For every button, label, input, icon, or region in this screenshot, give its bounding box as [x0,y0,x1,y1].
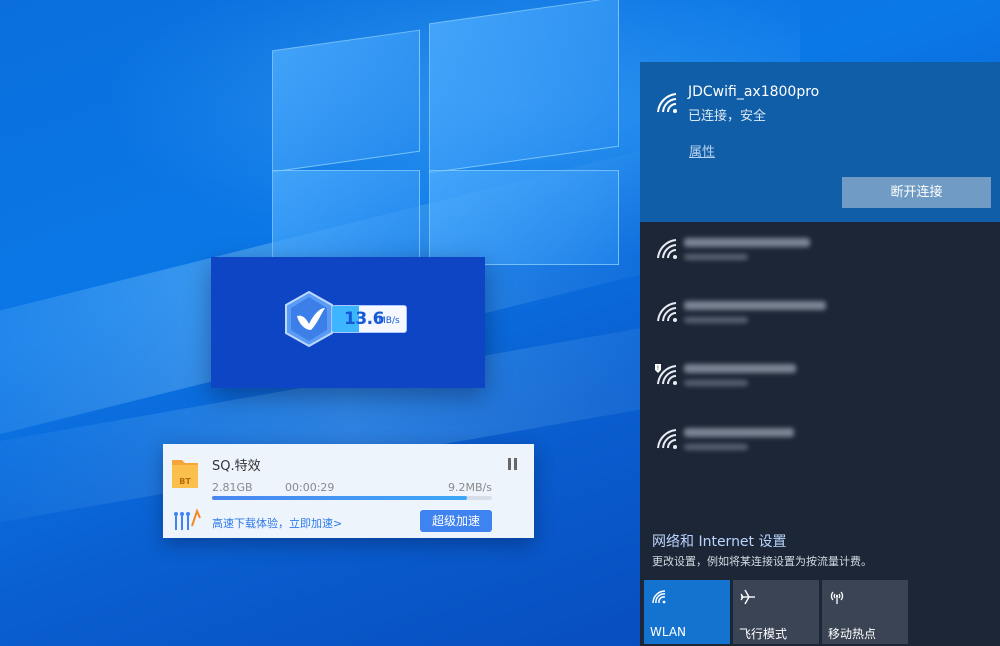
mobile-hotspot-tile[interactable]: 移动热点 [822,580,908,644]
airplane-icon [740,589,755,605]
svg-text:!: ! [657,365,659,372]
wifi-warning-icon: ! [655,364,677,385]
network-settings-description: 更改设置，例如将某连接设置为按流量计费。 [652,555,872,568]
download-size: 2.81GB [212,481,253,494]
download-task-panel: BT SQ.特效 2.81GB 00:00:29 9.2MB/s 高速下载体验，… [163,444,534,538]
bird-logo-icon [285,290,333,348]
connected-ssid: JDCwifi_ax1800pro [688,84,820,100]
network-status-redacted [684,317,748,323]
wifi-icon [657,93,677,113]
connection-status: 已连接，安全 [688,109,767,124]
speed-widget[interactable]: 13.6 MB/s [211,257,485,388]
network-name-redacted [684,428,794,437]
wifi-icon [652,590,666,604]
bt-folder-icon: BT [172,460,198,488]
wifi-icon [657,429,677,449]
speed-readout: 13.6 MB/s [331,305,407,333]
download-title: SQ.特效 [212,459,261,474]
disconnect-button[interactable]: 断开连接 [842,177,991,208]
network-status-redacted [684,254,748,260]
network-item[interactable]: ! [640,350,1000,412]
download-rate: 9.2MB/s [448,481,492,494]
network-status-redacted [684,380,748,386]
wlan-tile[interactable]: WLAN [644,580,730,644]
wifi-icon [657,239,677,259]
network-status-redacted [684,444,748,450]
network-item[interactable] [640,414,1000,476]
download-progress-bar [212,496,492,500]
speed-unit: MB/s [378,316,400,326]
airplane-mode-tile[interactable]: 飞行模式 [733,580,819,644]
network-name-redacted [684,301,826,310]
download-elapsed: 00:00:29 [285,481,335,494]
network-name-redacted [684,364,796,373]
bt-badge: BT [179,477,191,486]
network-item[interactable] [640,287,1000,349]
network-item[interactable] [640,224,1000,286]
network-settings-link[interactable]: 网络和 Internet 设置 [652,531,787,551]
download-progress-fill [212,496,467,500]
hotspot-icon [830,591,844,604]
wifi-icon [657,302,677,322]
network-name-redacted [684,238,810,247]
airplane-mode-tile-label: 飞行模式 [739,627,788,641]
connected-network[interactable]: JDCwifi_ax1800pro 已连接，安全 属性 断开连接 [640,62,1000,222]
properties-link[interactable]: 属性 [689,141,715,160]
speedup-promo-link[interactable]: 高速下载体验，立即加速> [212,515,342,531]
wlan-tile-label: WLAN [650,625,687,639]
mobile-hotspot-tile-label: 移动热点 [828,627,877,641]
network-flyout: JDCwifi_ax1800pro 已连接，安全 属性 断开连接 ! 网络和 I… [640,62,1000,646]
speedup-icon [174,508,201,530]
super-speedup-button[interactable]: 超级加速 [420,510,492,532]
pause-button[interactable] [508,458,520,472]
windows-logo-wallpaper [272,0,632,265]
